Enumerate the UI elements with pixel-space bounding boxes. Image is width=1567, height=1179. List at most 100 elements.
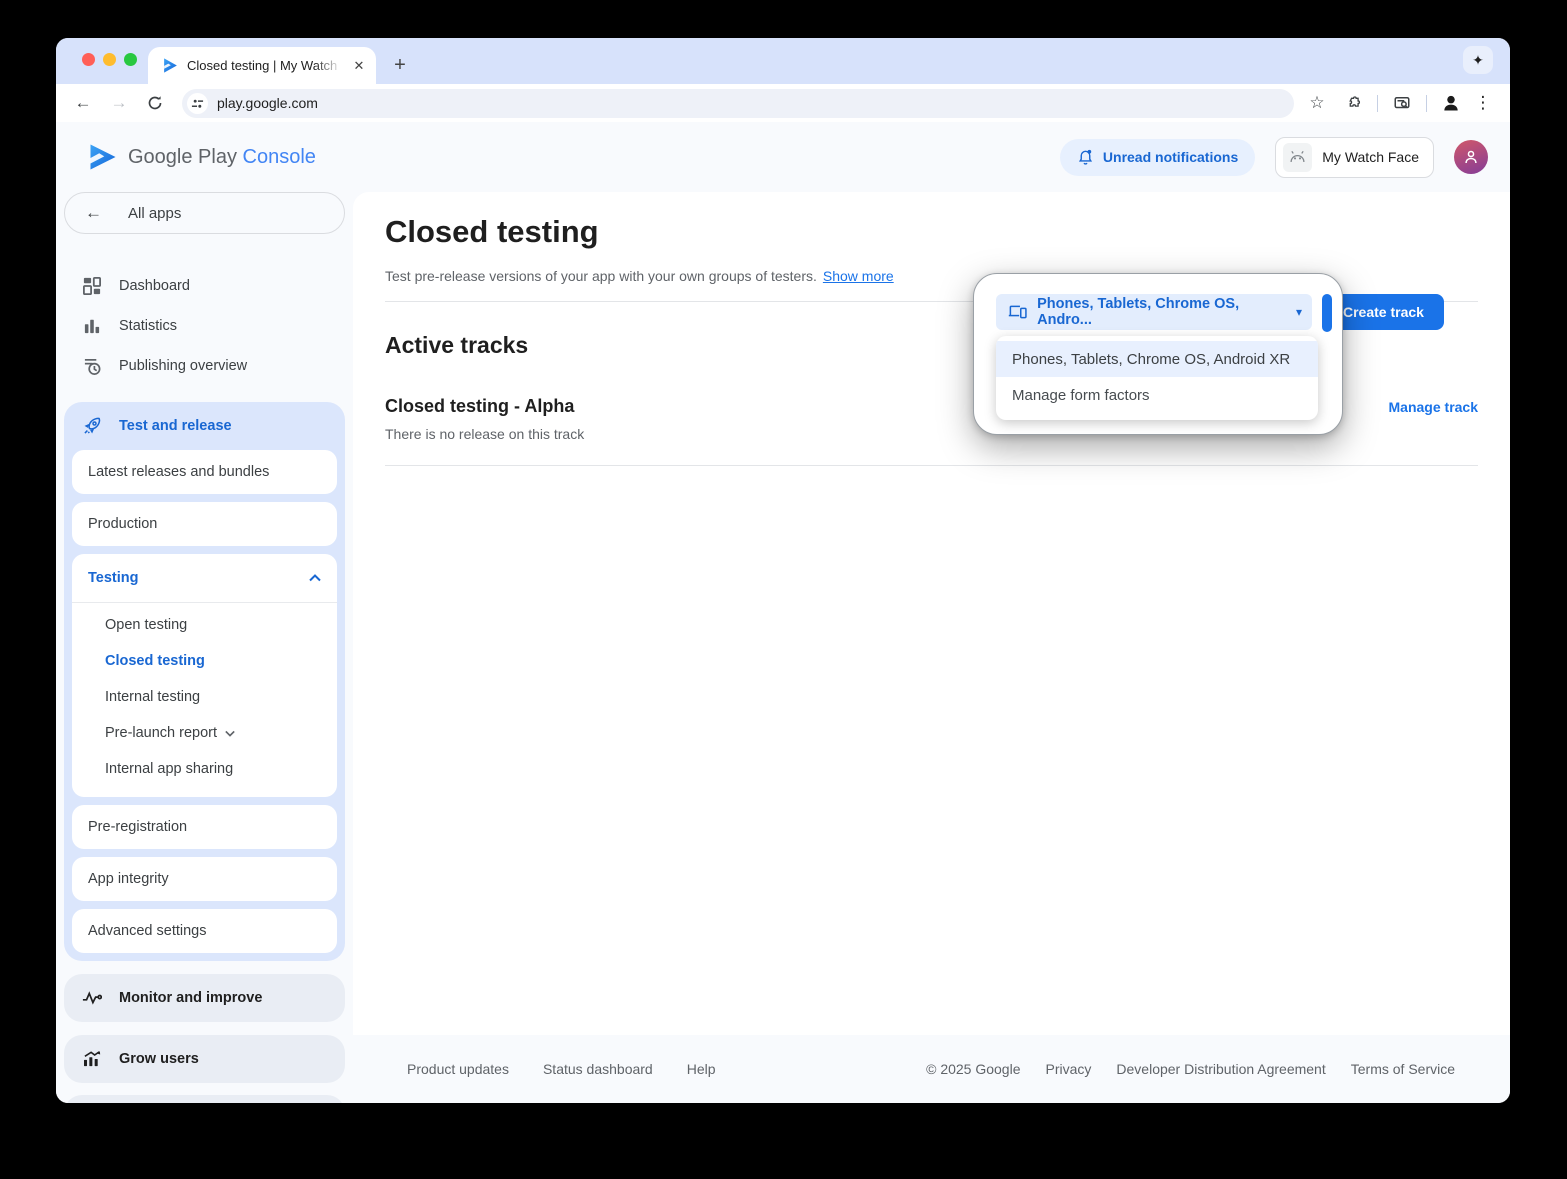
testing-card: Testing Open testing Closed testing xyxy=(72,554,337,797)
open-testing-label: Open testing xyxy=(105,617,187,633)
new-tab-button[interactable]: + xyxy=(386,51,414,79)
toolbar-actions: ☆ xyxy=(1304,90,1496,116)
sparkle-icon[interactable]: ✦ xyxy=(1463,46,1493,74)
app-integrity-label: App integrity xyxy=(88,871,169,887)
statistics-icon xyxy=(82,318,102,334)
sidebar-item-dashboard[interactable]: Dashboard xyxy=(64,266,345,306)
sidebar-item-grow-users[interactable]: Grow users xyxy=(64,1035,345,1083)
bookmark-star-icon[interactable]: ☆ xyxy=(1304,90,1330,116)
back-arrow-icon: ← xyxy=(85,203,102,223)
sidebar-section-partial[interactable] xyxy=(64,1095,345,1103)
sidebar-item-test-and-release[interactable]: Test and release xyxy=(64,402,345,450)
watch-face-app-iconbox xyxy=(1283,143,1312,172)
profile-avatar-icon[interactable] xyxy=(1438,90,1464,116)
growth-chart-icon xyxy=(82,1051,102,1067)
android-icon xyxy=(1289,150,1306,164)
sidebar: ← All apps Dashboard xyxy=(56,192,353,1103)
app-selector-chip[interactable]: My Watch Face xyxy=(1275,137,1434,178)
sidebar-item-publishing-overview[interactable]: Publishing overview xyxy=(64,346,345,386)
side-panel-search-icon[interactable] xyxy=(1389,90,1415,116)
toolbar-separator xyxy=(1377,95,1378,112)
pre-launch-report-label: Pre-launch report xyxy=(105,725,217,741)
browser-tab[interactable]: Closed testing | My Watch Fac ✕ xyxy=(148,47,376,84)
chevron-up-icon xyxy=(309,574,321,582)
sidebar-item-statistics[interactable]: Statistics xyxy=(64,306,345,346)
chevron-down-icon xyxy=(225,730,235,737)
screenshot-stage: Closed testing | My Watch Fac ✕ + ✦ ← → xyxy=(0,0,1567,1179)
all-apps-button[interactable]: ← All apps xyxy=(64,192,345,234)
internal-app-sharing-label: Internal app sharing xyxy=(105,761,233,777)
copyright-text: © 2025 Google xyxy=(926,1061,1020,1077)
publishing-overview-icon xyxy=(82,357,102,376)
unread-notifications-button[interactable]: Unread notifications xyxy=(1060,139,1255,176)
form-factor-select[interactable]: Phones, Tablets, Chrome OS, Andro... ▾ xyxy=(996,294,1312,330)
rocket-icon xyxy=(82,416,102,436)
forward-icon: → xyxy=(106,90,132,116)
page-title: Closed testing xyxy=(385,214,1478,250)
maximize-window-button[interactable] xyxy=(124,53,137,66)
sidebar-item-open-testing[interactable]: Open testing xyxy=(72,607,337,643)
sidebar-item-label: Publishing overview xyxy=(119,358,247,374)
device-form-factors-icon xyxy=(1008,304,1027,320)
back-icon[interactable]: ← xyxy=(70,90,96,116)
play-console-app: Google Play Console Unread notifications xyxy=(56,122,1510,1103)
sidebar-item-latest-releases[interactable]: Latest releases and bundles xyxy=(72,450,337,494)
footer-link-privacy[interactable]: Privacy xyxy=(1046,1061,1092,1077)
sidebar-item-monitor-and-improve[interactable]: Monitor and improve xyxy=(64,974,345,1022)
tab-close-icon[interactable]: ✕ xyxy=(350,57,368,75)
sidebar-item-pre-registration[interactable]: Pre-registration xyxy=(72,805,337,849)
description-text: Test pre-release versions of your app wi… xyxy=(385,268,817,284)
person-icon xyxy=(1462,148,1480,166)
pulse-icon xyxy=(82,991,102,1005)
sidebar-item-label: Statistics xyxy=(119,318,177,334)
sidebar-item-testing[interactable]: Testing xyxy=(72,554,337,602)
play-console-favicon xyxy=(162,57,179,74)
sidebar-item-pre-launch-report[interactable]: Pre-launch report xyxy=(72,715,337,751)
notifications-label: Unread notifications xyxy=(1103,149,1238,165)
advanced-settings-label: Advanced settings xyxy=(88,923,207,939)
reload-icon[interactable] xyxy=(142,90,168,116)
pre-registration-label: Pre-registration xyxy=(88,819,187,835)
dashboard-icon xyxy=(82,277,102,295)
console-header: Google Play Console Unread notifications xyxy=(56,122,1510,192)
show-more-link[interactable]: Show more xyxy=(823,268,894,284)
menu-item-manage-form-factors[interactable]: Manage form factors xyxy=(996,377,1318,413)
testing-label: Testing xyxy=(88,570,138,586)
account-avatar[interactable] xyxy=(1454,140,1488,174)
manage-track-link[interactable]: Manage track xyxy=(1389,399,1478,415)
footer-link-dda[interactable]: Developer Distribution Agreement xyxy=(1116,1061,1325,1077)
logo-text: Google Play Console xyxy=(128,146,316,169)
url-text[interactable]: play.google.com xyxy=(217,95,318,111)
browser-tabstrip: Closed testing | My Watch Fac ✕ + ✦ xyxy=(56,38,1510,84)
form-factor-selected-value: Phones, Tablets, Chrome OS, Andro... xyxy=(1037,296,1286,328)
closed-testing-label: Closed testing xyxy=(105,653,205,669)
footer-link-tos[interactable]: Terms of Service xyxy=(1351,1061,1455,1077)
site-settings-icon[interactable] xyxy=(187,93,208,114)
sidebar-item-production[interactable]: Production xyxy=(72,502,337,546)
notification-bell-icon xyxy=(1077,148,1094,166)
sidebar-item-label: Dashboard xyxy=(119,278,190,294)
footer-link-product-updates[interactable]: Product updates xyxy=(407,1061,509,1077)
latest-releases-label: Latest releases and bundles xyxy=(88,464,269,480)
minimize-window-button[interactable] xyxy=(103,53,116,66)
footer: Product updates Status dashboard Help © … xyxy=(353,1035,1510,1103)
footer-link-help[interactable]: Help xyxy=(687,1061,716,1077)
sidebar-item-internal-app-sharing[interactable]: Internal app sharing xyxy=(72,751,337,787)
sidebar-item-app-integrity[interactable]: App integrity xyxy=(72,857,337,901)
create-track-button-sliver xyxy=(1322,294,1332,332)
all-apps-label: All apps xyxy=(128,205,181,222)
sidebar-item-closed-testing[interactable]: Closed testing xyxy=(72,643,337,679)
form-factor-menu: Phones, Tablets, Chrome OS, Android XR M… xyxy=(996,336,1318,420)
production-label: Production xyxy=(88,516,157,532)
footer-link-status-dashboard[interactable]: Status dashboard xyxy=(543,1061,653,1077)
google-play-console-logo[interactable]: Google Play Console xyxy=(88,142,316,172)
sidebar-item-internal-testing[interactable]: Internal testing xyxy=(72,679,337,715)
menu-item-phones-tablets[interactable]: Phones, Tablets, Chrome OS, Android XR xyxy=(996,341,1318,377)
address-bar[interactable]: play.google.com xyxy=(182,89,1294,118)
sidebar-item-advanced-settings[interactable]: Advanced settings xyxy=(72,909,337,953)
test-and-release-section: Test and release Latest releases and bun… xyxy=(64,402,345,961)
extensions-puzzle-icon[interactable] xyxy=(1340,90,1366,116)
tab-title: Closed testing | My Watch Fac xyxy=(187,58,342,73)
close-window-button[interactable] xyxy=(82,53,95,66)
browser-menu-kebab-icon[interactable]: ⋮ xyxy=(1470,90,1496,116)
